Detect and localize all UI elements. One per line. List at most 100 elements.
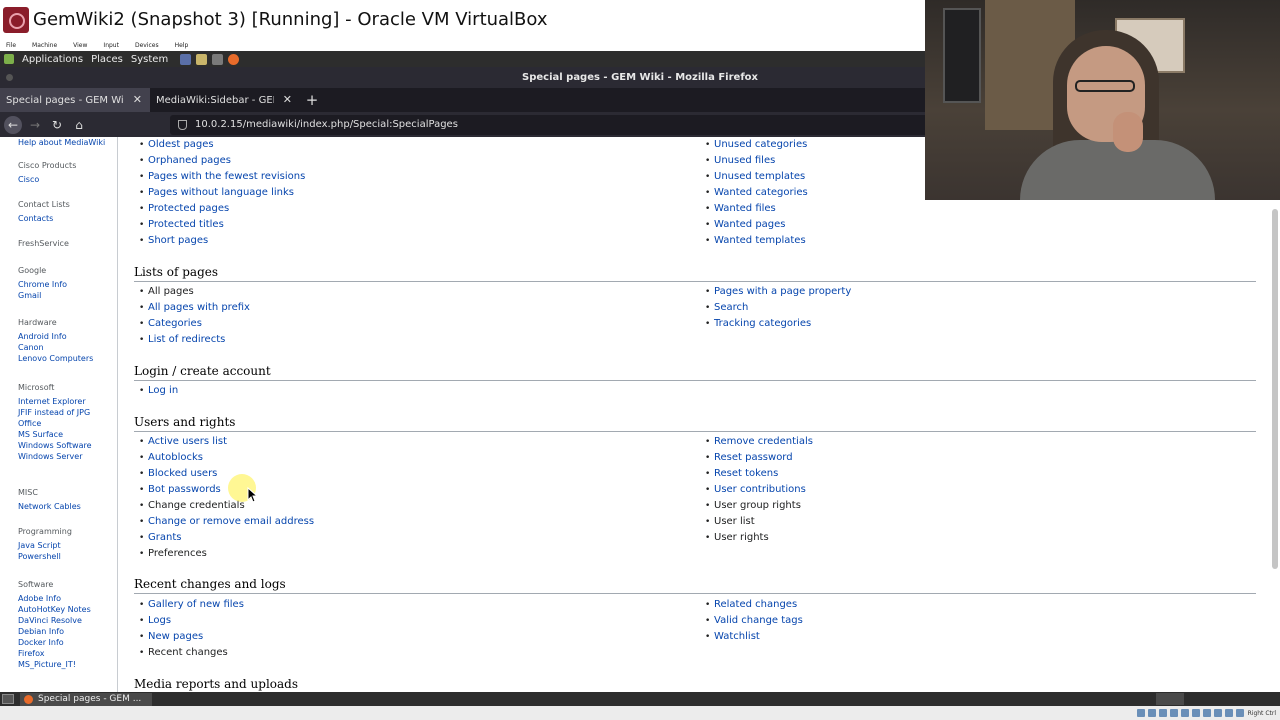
list-item[interactable]: User rights	[700, 530, 813, 546]
list-item[interactable]: Valid change tags	[700, 613, 803, 629]
list-item[interactable]: User list	[700, 514, 813, 530]
list-item[interactable]: Watchlist	[700, 629, 803, 645]
list-item[interactable]: Wanted files	[700, 201, 808, 217]
launcher-2-icon[interactable]	[196, 53, 208, 65]
sidebar-link-davinci[interactable]: DaVinci Resolve	[18, 616, 91, 625]
vb-menu-devices[interactable]: Devices	[135, 42, 159, 49]
launcher-1-icon[interactable]	[180, 53, 192, 65]
vb-menu-help[interactable]: Help	[175, 42, 189, 49]
url-text[interactable]: 10.0.2.15/mediawiki/index.php/Special:Sp…	[195, 119, 458, 130]
list-item[interactable]: Protected pages	[134, 201, 305, 217]
list-item[interactable]: All pages with prefix	[134, 300, 250, 316]
taskbar-firefox-task[interactable]: Special pages - GEM ...	[20, 692, 152, 706]
list-item[interactable]: All pages	[134, 284, 250, 300]
sidebar-link-canon[interactable]: Canon	[18, 343, 93, 352]
display-icon[interactable]	[1202, 709, 1211, 717]
list-item[interactable]: Search	[700, 300, 851, 316]
sidebar-link-powershell[interactable]: Powershell	[18, 552, 72, 561]
new-tab-plus-icon[interactable]: +	[300, 88, 324, 112]
list-item[interactable]: Change or remove email address	[134, 514, 314, 530]
sidebar-link-javascript[interactable]: Java Script	[18, 541, 72, 550]
sidebar-link-chrome[interactable]: Chrome Info	[18, 280, 67, 289]
workspace-switcher[interactable]	[1156, 693, 1184, 705]
usb-icon[interactable]	[1180, 709, 1189, 717]
panel-system[interactable]: System	[131, 54, 168, 65]
sidebar-link-debian[interactable]: Debian Info	[18, 627, 91, 636]
sidebar-link-cisco[interactable]: Cisco	[18, 175, 76, 184]
list-item[interactable]: Reset tokens	[700, 466, 813, 482]
page-scrollbar[interactable]	[1272, 209, 1278, 569]
launcher-firefox-icon[interactable]	[228, 53, 240, 65]
tab-close-icon[interactable]: ✕	[283, 93, 292, 106]
optical-drive-icon[interactable]	[1147, 709, 1156, 717]
list-item[interactable]: Wanted categories	[700, 185, 808, 201]
list-item[interactable]: Unused files	[700, 153, 808, 169]
list-item[interactable]: Wanted templates	[700, 233, 808, 249]
list-item[interactable]: User group rights	[700, 498, 813, 514]
launcher-terminal-icon[interactable]	[212, 53, 224, 65]
sidebar-link-adobe[interactable]: Adobe Info	[18, 594, 91, 603]
list-item[interactable]: New pages	[134, 629, 244, 645]
sidebar-link-autohotkey[interactable]: AutoHotKey Notes	[18, 605, 91, 614]
keyboard-icon[interactable]	[1235, 709, 1244, 717]
list-item[interactable]: Tracking categories	[700, 316, 851, 332]
list-item[interactable]: Change credentials	[134, 498, 314, 514]
sidebar-link-network-cables[interactable]: Network Cables	[18, 502, 81, 511]
panel-places[interactable]: Places	[91, 54, 123, 65]
sidebar-link-docker[interactable]: Docker Info	[18, 638, 91, 647]
mouse-integration-icon[interactable]	[1224, 709, 1233, 717]
list-item[interactable]: Categories	[134, 316, 250, 332]
list-item[interactable]: User contributions	[700, 482, 813, 498]
list-item[interactable]: Short pages	[134, 233, 305, 249]
back-arrow-icon[interactable]: ←	[4, 115, 22, 134]
hdd-icon[interactable]	[1136, 709, 1145, 717]
list-item[interactable]: Pages without language links	[134, 185, 305, 201]
list-item[interactable]: Wanted pages	[700, 217, 808, 233]
list-item[interactable]: Active users list	[134, 434, 314, 450]
vb-menu-view[interactable]: View	[73, 42, 87, 49]
list-item[interactable]: Grants	[134, 530, 314, 546]
panel-applications[interactable]: Applications	[22, 54, 83, 65]
sidebar-link-firefox[interactable]: Firefox	[18, 649, 91, 658]
list-item[interactable]: Pages with a page property	[700, 284, 851, 300]
sidebar-link-gmail[interactable]: Gmail	[18, 291, 67, 300]
reload-icon[interactable]: ↻	[48, 116, 66, 134]
window-menu-icon[interactable]	[6, 74, 13, 81]
list-item[interactable]: Log in	[134, 383, 178, 399]
show-desktop-icon[interactable]	[2, 694, 14, 704]
sidebar-link-surface[interactable]: MS Surface	[18, 430, 92, 439]
audio-icon[interactable]	[1158, 709, 1167, 717]
network-icon[interactable]	[1169, 709, 1178, 717]
sidebar-link-win-server[interactable]: Windows Server	[18, 452, 92, 461]
list-item[interactable]: Gallery of new files	[134, 597, 244, 613]
list-item[interactable]: Oldest pages	[134, 137, 305, 153]
list-item[interactable]: Unused templates	[700, 169, 808, 185]
sidebar-link-ms-picture-it[interactable]: MS_Picture_IT!	[18, 660, 91, 669]
sidebar-link-contacts[interactable]: Contacts	[18, 214, 70, 223]
sidebar-link-android[interactable]: Android Info	[18, 332, 93, 341]
list-item[interactable]: Reset password	[700, 450, 813, 466]
sidebar-link-office[interactable]: Office	[18, 419, 92, 428]
list-item[interactable]: Orphaned pages	[134, 153, 305, 169]
sidebar-link-lenovo[interactable]: Lenovo Computers	[18, 354, 93, 363]
vb-menu-input[interactable]: Input	[103, 42, 119, 49]
sidebar-link-help[interactable]: Help about MediaWiki	[18, 138, 105, 147]
video-capture-icon[interactable]	[1213, 709, 1222, 717]
list-item[interactable]: Preferences	[134, 546, 314, 562]
list-item[interactable]: Autoblocks	[134, 450, 314, 466]
sidebar-link-ie[interactable]: Internet Explorer	[18, 397, 92, 406]
list-item[interactable]: Logs	[134, 613, 244, 629]
list-item[interactable]: Related changes	[700, 597, 803, 613]
vb-menu-machine[interactable]: Machine	[32, 42, 57, 49]
list-item[interactable]: Recent changes	[134, 645, 244, 661]
tab-special-pages[interactable]: Special pages - GEM Wiki ✕	[0, 88, 150, 112]
list-item[interactable]: List of redirects	[134, 332, 250, 348]
sidebar-link-win-software[interactable]: Windows Software	[18, 441, 92, 450]
home-icon[interactable]: ⌂	[70, 116, 88, 134]
vb-menu-file[interactable]: File	[6, 42, 16, 49]
list-item[interactable]: Remove credentials	[700, 434, 813, 450]
shared-folders-icon[interactable]	[1191, 709, 1200, 717]
list-item[interactable]: Pages with the fewest revisions	[134, 169, 305, 185]
list-item[interactable]: Blocked users	[134, 466, 314, 482]
list-item[interactable]: Protected titles	[134, 217, 305, 233]
